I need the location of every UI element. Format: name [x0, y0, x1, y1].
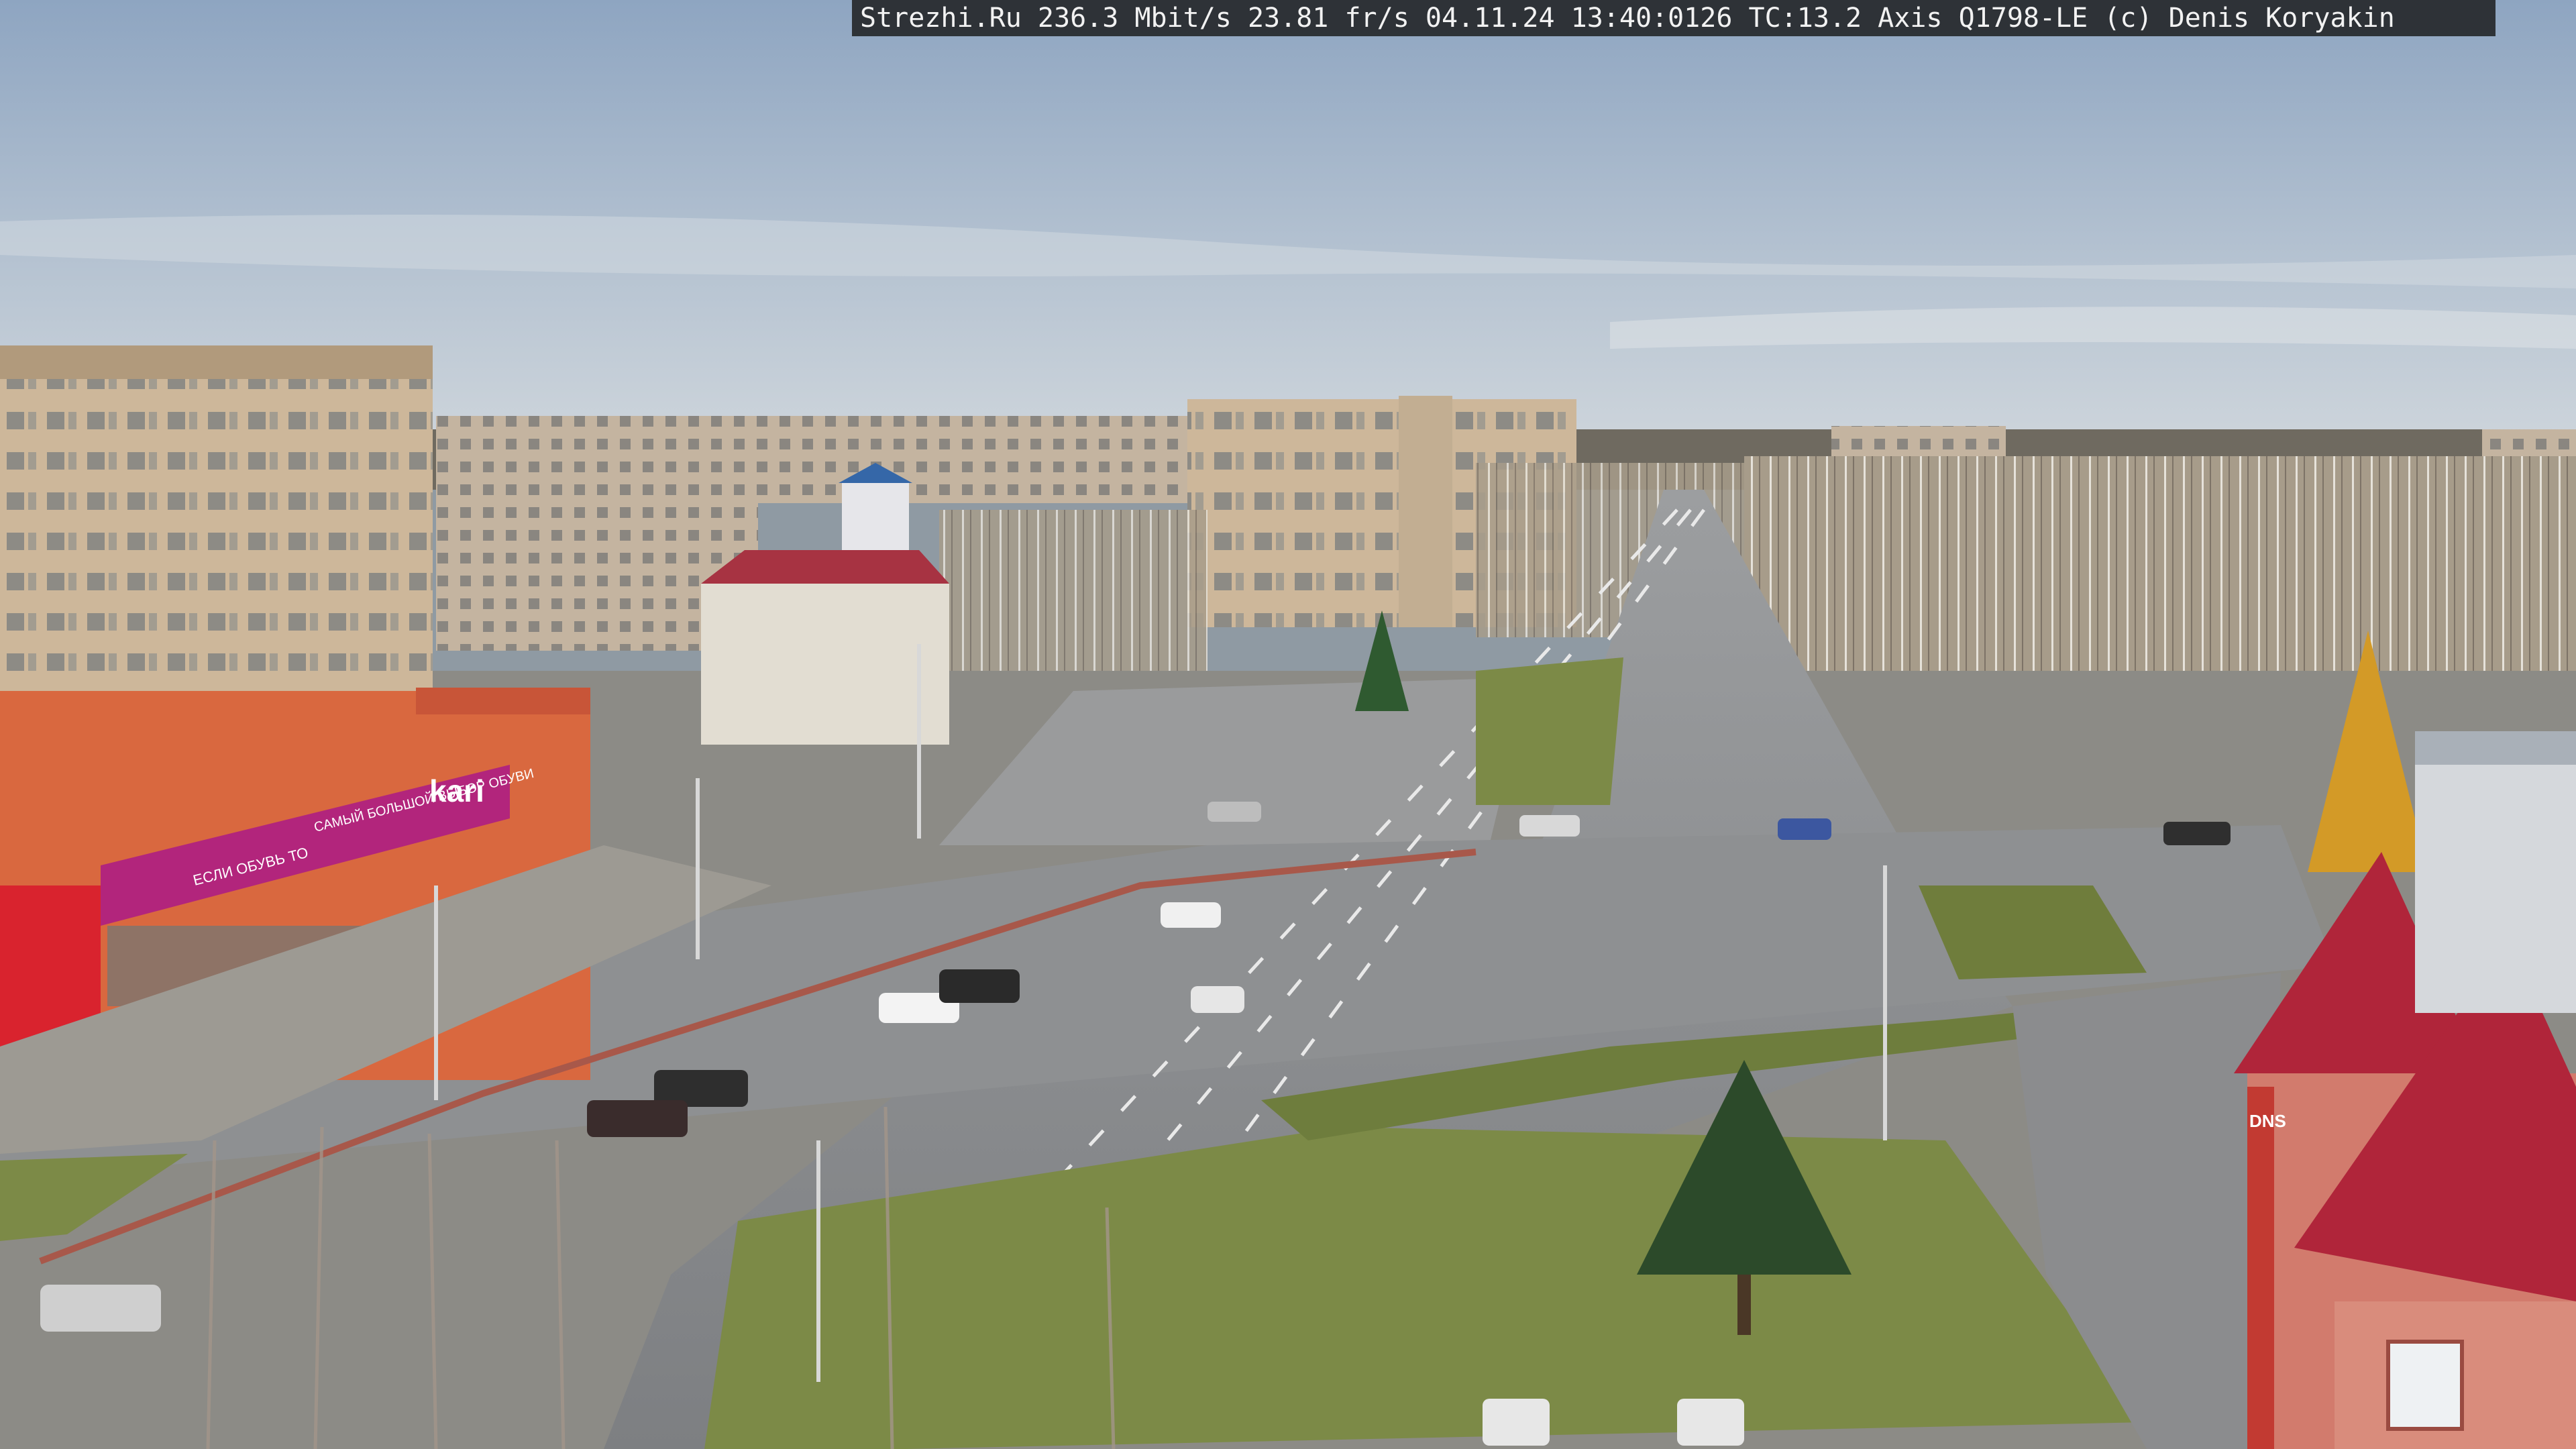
car	[40, 1285, 161, 1332]
car	[1208, 802, 1261, 822]
car	[1161, 902, 1221, 928]
car	[587, 1100, 688, 1137]
camera-info-overlay: Strezhi.Ru 236.3 Mbit/s 23.81 fr/s 04.11…	[852, 0, 2496, 36]
car	[939, 969, 1020, 1003]
car	[1677, 1399, 1744, 1446]
white-building	[2415, 731, 2576, 1013]
store-top-band	[416, 688, 590, 714]
car	[1191, 986, 1244, 1013]
dns-window	[2386, 1340, 2464, 1431]
tall-apartment-tower	[1399, 396, 1452, 627]
car	[1519, 815, 1580, 837]
red-roof	[701, 550, 949, 584]
webcam-street-scene: kari ЕСЛИ ОБУВЬ ТО САМЫЙ БОЛЬШОЙ ВЫБОР О…	[0, 0, 2576, 1449]
apartment-block-left-roof	[0, 345, 433, 379]
car	[1483, 1399, 1550, 1446]
apartment-block-left	[0, 349, 433, 724]
lawn	[1476, 657, 1623, 805]
far-apartment-block	[436, 416, 1187, 503]
dns-sign-strip	[2247, 1087, 2274, 1449]
pine-trunk	[1737, 1275, 1751, 1335]
red-roof-building	[701, 584, 949, 745]
white-building-roof	[2415, 731, 2576, 765]
car	[2163, 822, 2231, 845]
blue-tower	[842, 483, 909, 550]
car	[1778, 818, 1831, 840]
dns-sign: DNS	[2249, 1111, 2286, 1131]
